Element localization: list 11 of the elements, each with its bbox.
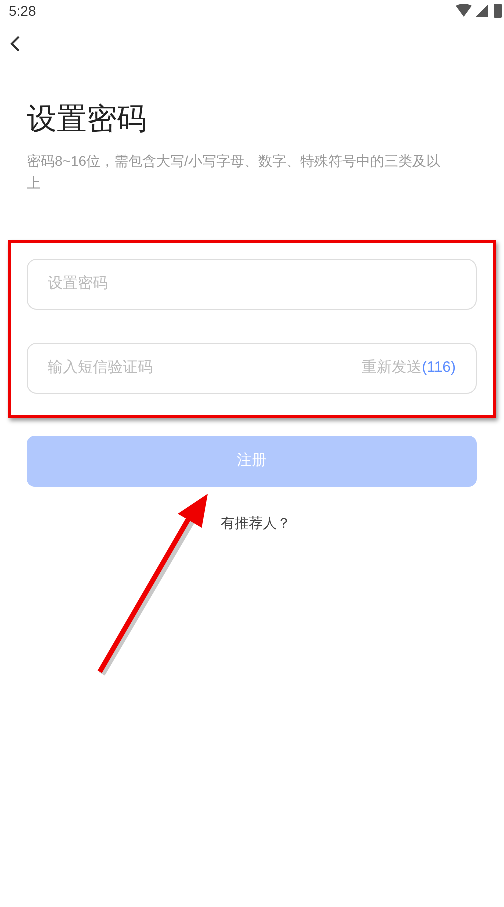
- input-field[interactable]: 输入短信验证码 重新发送(116): [27, 343, 477, 394]
- status-icons: [456, 4, 502, 18]
- resend-label: 重新发送: [362, 358, 422, 378]
- countdown-timer: (116): [422, 358, 456, 378]
- text-input[interactable]: 输入短信验证码: [48, 357, 362, 380]
- input-field[interactable]: 设置密码: [27, 259, 477, 310]
- page-title: 设置密码: [27, 102, 148, 138]
- text-input[interactable]: 设置密码: [48, 273, 456, 296]
- status-time: 5:28: [9, 2, 36, 20]
- password-hint: 密码8~16位，需包含大写/小写字母、数字、特殊符号中的三类及以上: [27, 152, 442, 193]
- referrer-link[interactable]: 有推荐人？: [221, 513, 291, 534]
